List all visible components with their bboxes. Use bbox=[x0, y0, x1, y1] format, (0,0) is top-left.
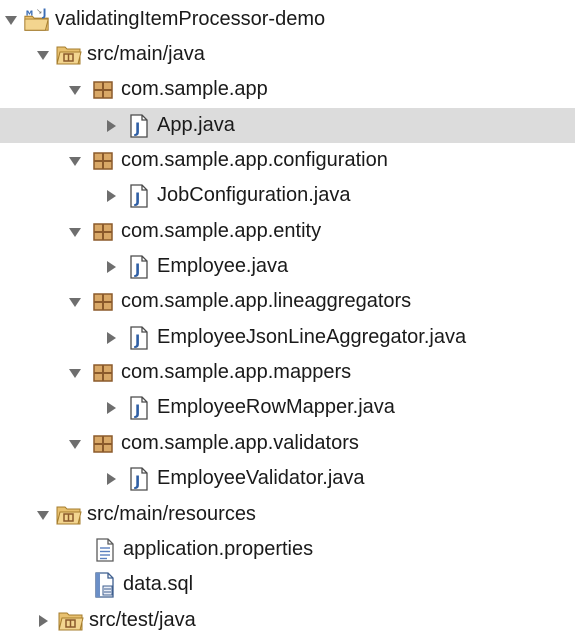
svg-text:↘: ↘ bbox=[36, 7, 42, 15]
java-file-icon: J bbox=[125, 395, 153, 421]
tree-row-java-file[interactable]: J EmployeeJsonLineAggregator.java bbox=[0, 320, 575, 355]
package-icon bbox=[89, 77, 117, 103]
java-file-icon: J bbox=[125, 254, 153, 280]
package-icon bbox=[89, 219, 117, 245]
expand-arrow-icon[interactable] bbox=[35, 613, 51, 629]
package-icon bbox=[89, 431, 117, 457]
package-label: com.sample.app.lineaggregators bbox=[121, 290, 412, 312]
java-file-icon: J bbox=[125, 466, 153, 492]
tree-row-package[interactable]: com.sample.app.lineaggregators bbox=[0, 284, 575, 319]
java-file-label: JobConfiguration.java bbox=[157, 184, 351, 206]
svg-text:J: J bbox=[134, 474, 140, 490]
collapse-arrow-icon[interactable] bbox=[67, 365, 83, 381]
source-folder-icon bbox=[55, 42, 83, 68]
sql-file-icon bbox=[91, 571, 119, 598]
tree-row-package[interactable]: com.sample.app.mappers bbox=[0, 355, 575, 390]
tree-row-java-file[interactable]: J JobConfiguration.java bbox=[0, 178, 575, 213]
collapse-arrow-icon[interactable] bbox=[67, 82, 83, 98]
tree-row-java-file[interactable]: J Employee.java bbox=[0, 249, 575, 284]
expand-arrow-icon[interactable] bbox=[103, 400, 119, 416]
svg-text:M: M bbox=[26, 8, 33, 17]
svg-text:J: J bbox=[134, 262, 140, 278]
collapse-arrow-icon[interactable] bbox=[3, 12, 19, 28]
java-file-label: EmployeeRowMapper.java bbox=[157, 396, 395, 418]
collapse-arrow-icon[interactable] bbox=[67, 153, 83, 169]
package-label: com.sample.app.validators bbox=[121, 432, 359, 454]
java-file-label: EmployeeValidator.java bbox=[157, 467, 365, 489]
file-label: data.sql bbox=[123, 573, 194, 595]
tree-row-src-main-java[interactable]: src/main/java bbox=[0, 37, 575, 72]
project-label: validatingItemProcessor-demo bbox=[55, 8, 326, 30]
java-project-icon: M ↘ J bbox=[23, 7, 51, 33]
java-file-icon: J bbox=[125, 113, 153, 139]
collapse-arrow-icon[interactable] bbox=[35, 507, 51, 523]
tree-row-file[interactable]: data.sql bbox=[0, 567, 575, 602]
collapse-arrow-icon[interactable] bbox=[67, 294, 83, 310]
package-icon bbox=[89, 289, 117, 315]
java-file-label: Employee.java bbox=[157, 255, 289, 277]
expand-arrow-icon[interactable] bbox=[103, 118, 119, 134]
tree-row-package[interactable]: com.sample.app.configuration bbox=[0, 143, 575, 178]
package-icon bbox=[89, 148, 117, 174]
tree-row-file[interactable]: application.properties bbox=[0, 532, 575, 567]
tree-row-src-test-java[interactable]: src/test/java bbox=[0, 603, 575, 638]
expand-arrow-icon[interactable] bbox=[103, 188, 119, 204]
tree-row-package[interactable]: com.sample.app.validators bbox=[0, 426, 575, 461]
java-file-icon: J bbox=[125, 325, 153, 351]
java-file-icon: J bbox=[125, 183, 153, 209]
collapse-arrow-icon[interactable] bbox=[35, 47, 51, 63]
package-icon bbox=[89, 360, 117, 386]
svg-text:J: J bbox=[134, 333, 140, 349]
tree-row-java-file[interactable]: J App.java bbox=[0, 108, 575, 143]
package-label: com.sample.app.mappers bbox=[121, 361, 352, 383]
tree-row-src-main-resources[interactable]: src/main/resources bbox=[0, 497, 575, 532]
svg-text:J: J bbox=[134, 191, 140, 207]
expand-arrow-icon[interactable] bbox=[103, 330, 119, 346]
source-folder-label: src/main/java bbox=[87, 43, 205, 65]
package-label: com.sample.app bbox=[121, 78, 268, 100]
expand-arrow-icon[interactable] bbox=[103, 259, 119, 275]
collapse-arrow-icon[interactable] bbox=[67, 436, 83, 452]
properties-file-icon bbox=[91, 537, 119, 563]
java-file-label: EmployeeJsonLineAggregator.java bbox=[157, 326, 467, 348]
tree-row-package[interactable]: com.sample.app bbox=[0, 72, 575, 107]
source-folder-label: src/main/resources bbox=[87, 503, 256, 525]
file-label: application.properties bbox=[123, 538, 314, 560]
svg-text:J: J bbox=[42, 7, 47, 19]
source-folder-icon bbox=[55, 502, 83, 528]
svg-text:J: J bbox=[134, 121, 140, 137]
tree-row-java-file[interactable]: J EmployeeValidator.java bbox=[0, 461, 575, 496]
tree-row-java-file[interactable]: J EmployeeRowMapper.java bbox=[0, 390, 575, 425]
java-file-label: App.java bbox=[157, 114, 235, 136]
package-label: com.sample.app.entity bbox=[121, 220, 322, 242]
package-label: com.sample.app.configuration bbox=[121, 149, 388, 171]
expand-arrow-icon[interactable] bbox=[103, 471, 119, 487]
collapse-arrow-icon[interactable] bbox=[67, 224, 83, 240]
source-folder-label: src/test/java bbox=[89, 609, 196, 631]
tree-row-project[interactable]: M ↘ J validatingItemProcessor-demo bbox=[0, 2, 575, 37]
tree-row-package[interactable]: com.sample.app.entity bbox=[0, 214, 575, 249]
svg-text:J: J bbox=[134, 403, 140, 419]
